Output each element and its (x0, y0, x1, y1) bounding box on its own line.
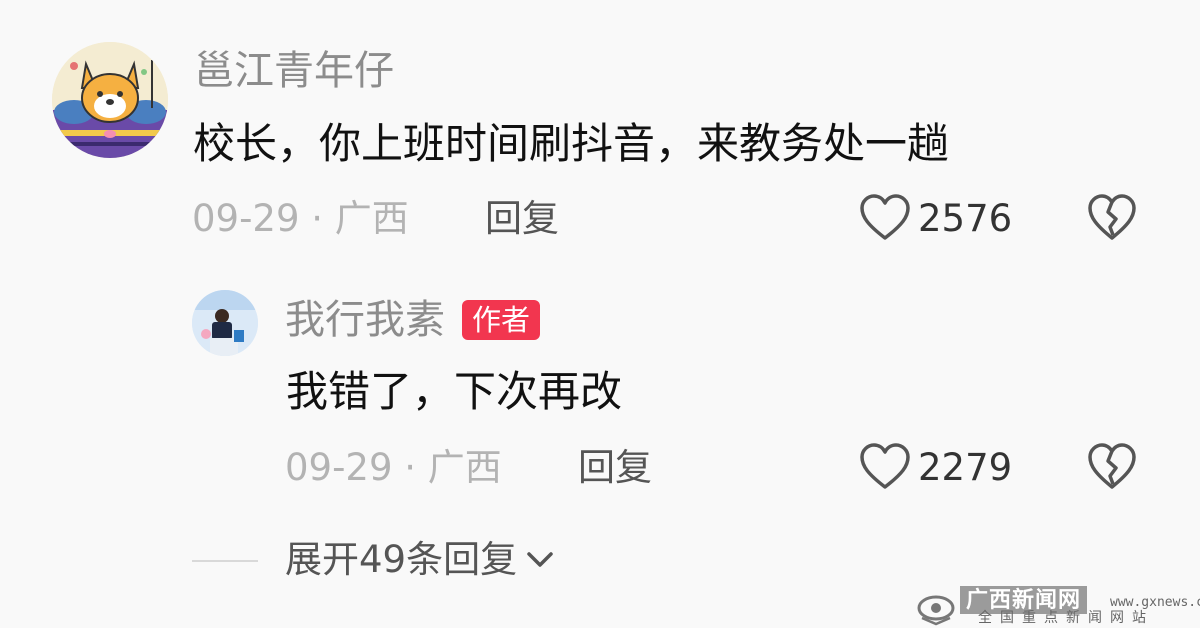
reply-dislike-button[interactable] (1086, 442, 1138, 492)
broken-heart-icon (1088, 443, 1136, 489)
comment-date-location: 09-29 · 广西 (192, 197, 409, 240)
heart-outline-icon (860, 443, 910, 489)
corgi-avatar-image (52, 42, 168, 158)
expand-replies-label: 展开49条回复 (285, 538, 518, 581)
broken-heart-icon (1088, 194, 1136, 240)
watermark-tagline: 全国重点新闻网站 (978, 610, 1154, 626)
reply-like-count: 2279 (918, 446, 1013, 489)
heart-outline-icon (860, 194, 910, 240)
comment-like-count: 2576 (918, 197, 1013, 240)
author-username[interactable]: 我行我素 (285, 296, 445, 344)
chevron-down-icon (527, 552, 553, 567)
gxnews-logo-icon (917, 595, 955, 626)
author-avatar-image (192, 290, 258, 356)
comment-dislike-button[interactable] (1086, 193, 1138, 243)
commenter-username[interactable]: 邕江青年仔 (194, 47, 394, 95)
reply-like-button[interactable] (858, 442, 912, 492)
author-badge: 作者 (462, 300, 541, 340)
commenter-avatar[interactable] (52, 42, 168, 158)
comment-reply-button[interactable]: 回复 (485, 197, 559, 241)
expand-divider (192, 560, 258, 562)
comment-text: 校长，你上班时间刷抖音，来教务处一趟 (193, 119, 950, 168)
reply-date-location: 09-29 · 广西 (285, 446, 502, 489)
reply-text: 我错了，下次再改 (286, 367, 623, 416)
author-avatar[interactable] (192, 290, 258, 356)
reply-reply-button[interactable]: 回复 (578, 446, 652, 490)
gxnews-watermark: 广西新闻网 www.gxnews.com.cn 全国重点新闻网站 (916, 586, 1200, 626)
expand-replies-button[interactable]: 展开49条回复 (285, 538, 557, 582)
comment-like-button[interactable] (858, 193, 912, 243)
watermark-url: www.gxnews.com.cn (1110, 595, 1200, 610)
